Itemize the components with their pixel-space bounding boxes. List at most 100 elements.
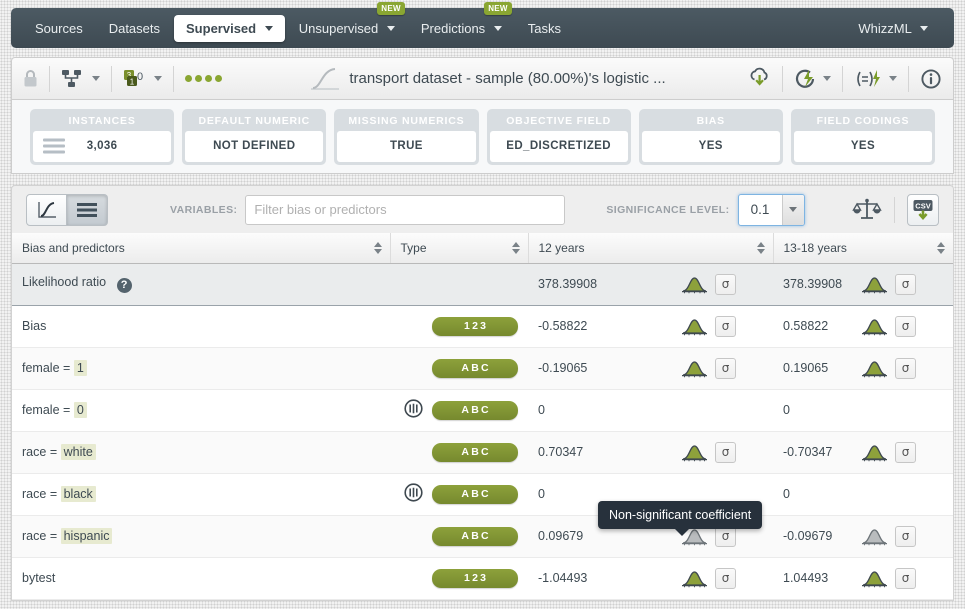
chevron-down-icon — [264, 25, 273, 31]
distribution-icon[interactable] — [861, 569, 888, 588]
table-row[interactable]: race = white ABC 0.70347 σ -0.70347 σ — [12, 431, 953, 474]
status-dot — [195, 75, 202, 82]
nav-item-supervised[interactable]: Supervised — [174, 14, 285, 42]
nav-item-whizzml-account[interactable]: WhizzML — [846, 15, 940, 42]
balance-scales-icon — [852, 198, 882, 219]
sort-arrows-icon[interactable] — [937, 241, 945, 254]
info-button[interactable] — [909, 58, 953, 99]
nav-item-datasets[interactable]: Datasets — [97, 15, 172, 42]
sort-arrows-icon[interactable] — [373, 241, 382, 254]
predictor-type-cell: 123 — [390, 305, 528, 348]
distribution-icon[interactable] — [681, 359, 708, 378]
predictor-value: 0 — [73, 402, 87, 418]
cell-value: -0.19065 — [538, 361, 588, 375]
sort-arrows-icon[interactable] — [756, 241, 765, 254]
predictor-type-cell: ABC — [390, 473, 528, 516]
chevron-down-icon — [154, 76, 162, 81]
cell-value: 0 — [783, 487, 790, 501]
sigma-button[interactable]: σ — [895, 525, 916, 547]
stat-value-wrap: 3,036 — [33, 130, 172, 162]
column-header-label: 13-18 years — [783, 240, 847, 255]
field-types-button[interactable]: 3 1 0 — [112, 58, 173, 99]
controls-divider — [894, 196, 895, 223]
predictor-name-cell: bytest — [12, 557, 390, 600]
cell-value: 0.70347 — [538, 445, 584, 459]
coefficient-cell-13-18-years: 0 — [773, 473, 953, 516]
status-dot — [215, 75, 222, 82]
distribution-icon[interactable] — [681, 569, 708, 588]
search-input[interactable] — [245, 194, 566, 225]
predictor-type-cell: ABC — [390, 389, 528, 432]
predictor-name-cell: race = white — [12, 431, 390, 474]
chevron-down-icon — [781, 194, 804, 225]
resource-toolbar: 3 1 0 transport dataset - sample (80.00%… — [11, 57, 954, 100]
distribution-icon[interactable] — [681, 443, 708, 462]
coefficient-cell-12-years: -0.19065 σ — [528, 347, 773, 390]
privacy-lock-button[interactable] — [12, 58, 49, 99]
table-row[interactable]: race = hispanic ABC 0.09679 σ -0.09679 σ — [12, 515, 953, 558]
sigma-button[interactable]: σ — [715, 441, 736, 463]
table-row[interactable]: Bias 123 -0.58822 σ 0.58822 σ — [12, 305, 953, 348]
sigma-button[interactable]: σ — [715, 567, 736, 589]
sigma-button[interactable]: σ — [895, 357, 916, 379]
distribution-icon[interactable] — [861, 359, 888, 378]
nav-item-tasks[interactable]: Tasks — [516, 15, 573, 42]
nav-item-unsupervised[interactable]: NEW Unsupervised — [287, 1, 407, 42]
sigma-button[interactable]: σ — [715, 315, 736, 337]
table-view-button[interactable] — [67, 193, 108, 226]
tooltip-text: Non-significant coefficient — [609, 508, 752, 522]
column-header-12-years[interactable]: 12 years — [528, 233, 774, 264]
column-header-13-18-years[interactable]: 13-18 years — [773, 233, 953, 264]
balance-scales-button[interactable] — [852, 197, 882, 223]
predictor-field: female — [22, 361, 60, 375]
coefficient-cell-13-18-years: 1.04493 σ — [773, 557, 953, 600]
export-csv-button[interactable]: CSV — [907, 193, 939, 226]
distribution-icon[interactable] — [861, 275, 888, 294]
distribution-icon[interactable] — [681, 317, 708, 336]
project-selector-button[interactable] — [50, 58, 111, 99]
nav-item-predictions[interactable]: NEW Predictions — [409, 1, 514, 42]
distribution-icon[interactable] — [861, 527, 888, 546]
type-badge: ABC — [432, 526, 518, 546]
status-dot — [205, 75, 212, 82]
predictor-operator: = — [49, 487, 58, 501]
chart-view-button[interactable] — [26, 193, 67, 226]
cloud-download-icon — [750, 67, 768, 86]
sort-arrows-icon[interactable] — [511, 241, 520, 254]
table-row[interactable]: female = 1 ABC -0.19065 σ 0.19065 σ — [12, 347, 953, 390]
predictor-field: race — [22, 445, 47, 459]
nav-item-label: Unsupervised — [298, 20, 379, 36]
cell-icons: σ — [681, 441, 736, 463]
column-header-label: Type — [400, 240, 427, 255]
sigma-button[interactable]: σ — [895, 315, 916, 337]
significance-level-select[interactable]: 0.1 — [737, 193, 805, 226]
nav-item-sources[interactable]: Sources — [23, 15, 95, 42]
stat-label: DEFAULT NUMERIC — [198, 114, 311, 127]
table-row[interactable]: female = 0 ABC 0 0 — [12, 389, 953, 432]
stat-label: INSTANCES — [68, 114, 136, 127]
model-actions-button[interactable] — [783, 58, 842, 99]
significance-level-label: SIGNIFICANCE LEVEL: — [606, 203, 730, 216]
cell-value: -0.09679 — [783, 529, 833, 543]
sigma-button[interactable]: σ — [895, 567, 916, 589]
field-coding-icon[interactable] — [403, 483, 423, 502]
sigma-button[interactable]: σ — [715, 273, 736, 295]
help-icon[interactable]: ? — [116, 277, 132, 293]
batch-prediction-button[interactable] — [843, 58, 908, 99]
table-row-likelihood-ratio: Likelihood ratio ? 378.39908 σ 378.39908… — [12, 263, 953, 306]
table-row[interactable]: bytest 123 -1.04493 σ 1.04493 σ — [12, 557, 953, 600]
sigma-button[interactable]: σ — [715, 357, 736, 379]
distribution-icon[interactable] — [861, 443, 888, 462]
download-model-button[interactable] — [738, 58, 782, 99]
column-header-type[interactable]: Type — [390, 233, 529, 264]
variables-label: VARIABLES: — [170, 203, 238, 216]
distribution-icon[interactable] — [681, 275, 708, 294]
column-header-bias-and-predictors[interactable]: Bias and predictors — [12, 233, 391, 264]
distribution-icon[interactable] — [861, 317, 888, 336]
predictor-value: white — [60, 444, 96, 460]
coefficient-cell-12-years: 0 — [528, 389, 773, 432]
sigma-button[interactable]: σ — [895, 273, 916, 295]
table-row[interactable]: race = black ABC 0 0 — [12, 473, 953, 516]
field-coding-icon[interactable] — [403, 399, 423, 418]
sigma-button[interactable]: σ — [895, 441, 916, 463]
